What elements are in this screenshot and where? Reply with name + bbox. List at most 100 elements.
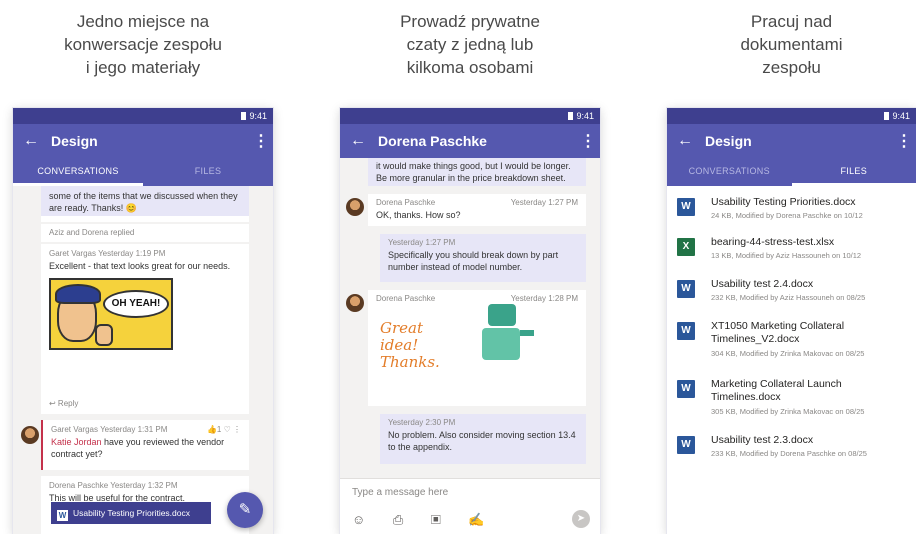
file-meta: 13 KB, Modified by Aziz Hassouneh on 10/…: [711, 251, 862, 260]
channel-title: Design: [705, 133, 752, 149]
tab-files[interactable]: FILES: [791, 158, 916, 186]
sticker-line: Thanks.: [380, 353, 440, 371]
comic-hair: [55, 284, 101, 304]
message-meta: Dorena Paschke Yesterday 1:32 PM: [49, 481, 178, 490]
tab-conversations[interactable]: CONVERSATIONS: [13, 158, 143, 186]
back-arrow-icon[interactable]: ←: [350, 132, 378, 150]
send-icon[interactable]: ➤: [572, 510, 590, 528]
sender-name: Dorena Paschke: [376, 198, 436, 207]
excel-file-icon: X: [677, 238, 695, 256]
file-item[interactable]: W Usability test 2.4.docx 232 KB, Modifi…: [667, 278, 916, 312]
chat-title: Dorena Paschke: [378, 133, 487, 149]
message-bubble[interactable]: Dorena Paschke Yesterday 1:28 PM Great id…: [368, 290, 586, 406]
message-text: some of the items that we discussed when…: [41, 186, 249, 216]
battery-icon: [884, 112, 890, 120]
message-time: Yesterday 1:27 PM: [388, 238, 456, 247]
avatar: [346, 198, 364, 216]
file-name: Usability test 2.4.docx: [711, 278, 814, 290]
message-input[interactable]: Type a message here: [352, 487, 448, 498]
tab-conversations[interactable]: CONVERSATIONS: [667, 158, 792, 186]
reactions[interactable]: 👍1 ♡ ⋮: [207, 424, 241, 436]
message-meta: Garet Vargas Yesterday 1:19 PM: [49, 249, 166, 258]
channel-title: Design: [51, 133, 98, 149]
status-bar: 9:41: [667, 108, 916, 124]
message-bubble-own[interactable]: Yesterday 2:30 PM No problem. Also consi…: [380, 414, 586, 464]
status-time: 9:41: [576, 111, 594, 121]
caption-line: konwersacje zespołu: [64, 35, 222, 54]
caption-line: dokumentami: [740, 35, 843, 54]
message-bubble[interactable]: Dorena Paschke Yesterday 1:27 PM OK, than…: [368, 194, 586, 226]
message-card[interactable]: some of the items that we discussed when…: [41, 186, 249, 222]
message-card[interactable]: Garet Vargas Yesterday 1:19 PM Excellent…: [41, 244, 249, 414]
file-name: Usability Testing Priorities.docx: [711, 196, 856, 208]
word-file-icon: W: [677, 280, 695, 298]
status-time: 9:41: [892, 111, 910, 121]
file-meta: 24 KB, Modified by Dorena Paschke on 10/…: [711, 211, 863, 220]
file-name: bearing-44-stress-test.xlsx: [711, 236, 835, 248]
file-item[interactable]: W Usability Testing Priorities.docx 24 K…: [667, 196, 916, 230]
more-options-icon[interactable]: ⋮: [896, 131, 912, 151]
tab-files[interactable]: FILES: [143, 158, 273, 186]
sticker-line: Great: [380, 319, 424, 337]
conversation-list[interactable]: some of the items that we discussed when…: [13, 186, 273, 534]
mention[interactable]: Katie Jordan: [51, 437, 102, 447]
sender-name: Dorena Paschke: [376, 294, 436, 303]
app-bar: ← Design ⋮: [13, 124, 273, 158]
compose-button[interactable]: ✎: [227, 492, 263, 528]
composer-toolbar-icons[interactable]: ☺ ⎙ ▣ ✍: [352, 512, 497, 528]
word-file-icon: W: [677, 322, 695, 340]
avatar: [346, 294, 364, 312]
robot-sticker-body: [482, 328, 520, 360]
back-arrow-icon[interactable]: ←: [23, 132, 51, 150]
file-item[interactable]: W Usability test 2.3.docx 233 KB, Modifi…: [667, 434, 916, 468]
more-options-icon[interactable]: ⋮: [580, 131, 596, 151]
word-file-icon: W: [677, 436, 695, 454]
thumbs-up-icon: [95, 324, 113, 346]
file-name: XT1050 Marketing Collateral Timelines_V2…: [711, 320, 845, 345]
word-file-icon: W: [57, 510, 68, 521]
message-card[interactable]: Garet Vargas Yesterday 1:31 PM 👍1 ♡ ⋮ Kat…: [41, 420, 249, 470]
file-name: Usability test 2.3.docx: [711, 434, 814, 446]
more-options-icon[interactable]: ⋮: [253, 131, 269, 151]
robot-sticker-head: [488, 304, 516, 326]
robot-sticker-arm: [520, 330, 534, 336]
battery-icon: [568, 112, 574, 120]
file-list[interactable]: W Usability Testing Priorities.docx 24 K…: [667, 186, 916, 534]
message-time: Yesterday 1:28 PM: [510, 294, 578, 303]
back-arrow-icon[interactable]: ←: [677, 132, 705, 150]
word-file-icon: W: [677, 380, 695, 398]
message-text: OK, thanks. How so?: [376, 210, 461, 220]
message-text: Excellent - that text looks great for ou…: [49, 261, 231, 271]
file-item[interactable]: X bearing-44-stress-test.xlsx 13 KB, Mod…: [667, 236, 916, 270]
message-bubble-own[interactable]: it would make things good, but I would b…: [368, 158, 586, 186]
phone-chat: 9:41 ← Dorena Paschke ⋮ it would make th…: [340, 108, 600, 534]
comic-speech-bubble: OH YEAH!: [103, 290, 169, 318]
caption-line: Prowadź prywatne: [400, 12, 540, 31]
message-text: No problem. Also consider moving section…: [388, 430, 576, 452]
message-time: Yesterday 1:27 PM: [510, 198, 578, 207]
file-item[interactable]: W Marketing Collateral Launch Timelines.…: [667, 378, 916, 426]
status-bar: 9:41: [340, 108, 600, 124]
avatar: [21, 426, 39, 444]
message-meta: Dorena Paschke Yesterday 1:28 PM: [376, 293, 578, 305]
tab-bar: CONVERSATIONS FILES: [667, 158, 916, 186]
message-meta: Garet Vargas Yesterday 1:31 PM 👍1 ♡ ⋮: [51, 424, 241, 436]
message-time: Yesterday 2:30 PM: [388, 418, 456, 427]
file-meta: 232 KB, Modified by Aziz Hassouneh on 08…: [711, 293, 866, 302]
message-meta: Dorena Paschke Yesterday 1:27 PM: [376, 197, 578, 209]
caption-line: i jego materiały: [85, 58, 201, 77]
status-time: 9:41: [249, 111, 267, 121]
file-attachment[interactable]: W Usability Testing Priorities.docx: [51, 502, 211, 524]
message-composer: Type a message here ☺ ⎙ ▣ ✍ ➤: [340, 478, 600, 534]
caption-line: czaty z jedną lub: [406, 35, 534, 54]
file-meta: 304 KB, Modified by Zrinka Makovac on 08…: [711, 349, 865, 358]
caption-3: Pracuj nad dokumentami zespołu: [667, 10, 916, 79]
message-text: Specifically you should break down by pa…: [388, 250, 559, 272]
sticker-line: idea!: [380, 336, 419, 354]
reply-button[interactable]: ↩ Reply: [49, 398, 78, 410]
battery-icon: [241, 112, 247, 120]
replied-summary[interactable]: Aziz and Dorena replied: [41, 224, 249, 242]
file-item[interactable]: W XT1050 Marketing Collateral Timelines_…: [667, 320, 916, 368]
app-bar: ← Design ⋮: [667, 124, 916, 158]
message-bubble-own[interactable]: Yesterday 1:27 PM Specifically you shoul…: [380, 234, 586, 282]
